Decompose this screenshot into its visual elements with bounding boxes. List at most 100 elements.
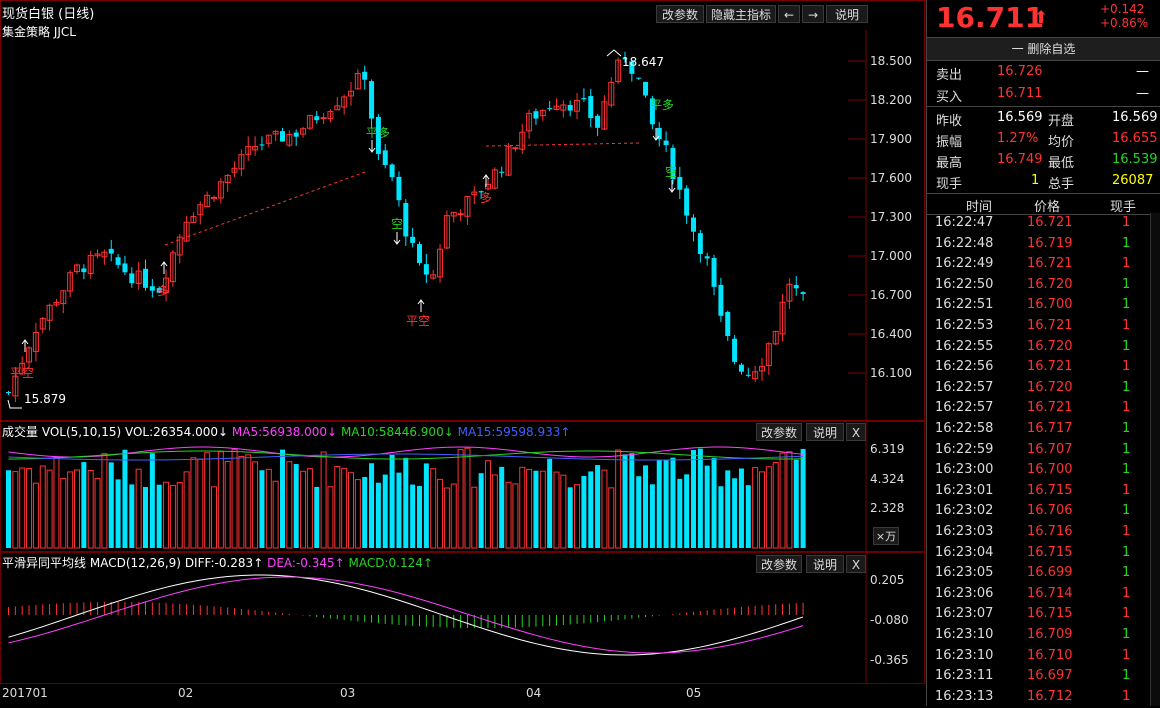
total-volume-value: 26087: [1112, 173, 1154, 188]
tick-volume: 1: [1122, 421, 1131, 436]
candle-body: [389, 164, 395, 178]
volume-bar: [499, 466, 505, 548]
volume-bar: [67, 471, 74, 549]
volume-bar: [369, 463, 375, 548]
volume-bar: [512, 483, 519, 549]
signal-arrow-down-icon: [668, 180, 676, 193]
volume-bar: [485, 460, 491, 549]
date-tick: 02: [178, 686, 194, 700]
tick-volume: 1: [1122, 338, 1131, 354]
signal-arrow-up-icon: [417, 299, 425, 312]
tick-time: 16:23:02: [935, 503, 994, 519]
volume-bar: [101, 453, 108, 549]
candle-body: [382, 150, 388, 165]
volume-bar: [26, 468, 33, 549]
high-value: 16.749: [997, 152, 1043, 167]
volume-edit-params-button[interactable]: 改参数: [756, 423, 802, 441]
prev-close-value: 16.569: [997, 110, 1043, 125]
volume-bar: [334, 466, 341, 549]
macd-edit-params-button[interactable]: 改参数: [756, 555, 802, 573]
trend-line: [164, 171, 366, 246]
candle-body: [81, 268, 87, 273]
tick-volume: 1: [1122, 606, 1131, 622]
tick-row: 16:22:56 16.721 1: [928, 357, 1160, 378]
volume-bar: [457, 449, 464, 549]
volume-params: VOL(5,10,15): [41, 425, 122, 439]
bid-price: 16.711: [997, 86, 1043, 101]
volume-bar: [759, 471, 765, 549]
tick-time: 16:23:03: [935, 524, 994, 539]
macd-help-button[interactable]: 说明: [806, 555, 844, 573]
volume-bar: [505, 481, 512, 549]
volume-bar: [608, 487, 615, 549]
tick-time: 16:22:56: [935, 359, 994, 375]
volume-header: 成交量 VOL(5,10,15) VOL:26354.000↓ MA5:5693…: [2, 423, 570, 440]
candle-body: [793, 285, 799, 289]
tick-row: 16:23:03 16.716 1: [928, 522, 1160, 543]
volume-bar: [19, 467, 26, 549]
volume-close-button[interactable]: X: [846, 423, 866, 441]
volume-help-button[interactable]: 说明: [806, 423, 844, 441]
volume-bar: [450, 483, 457, 549]
last-price: 16.711: [936, 1, 1045, 34]
volume-bar: [622, 454, 628, 548]
volume-bar: [491, 474, 498, 549]
volume-bar: [354, 479, 361, 549]
candle-body: [684, 188, 690, 216]
volume-bar: [211, 486, 217, 549]
volume-bar: [396, 472, 402, 548]
tick-time: 16:22:57: [935, 379, 994, 395]
volume-bar: [772, 462, 779, 549]
candle-body: [129, 273, 135, 284]
volume-bar: [46, 469, 53, 549]
date-tick: 201701: [2, 686, 48, 700]
volume-bar: [677, 478, 683, 548]
candle-body: [663, 140, 669, 145]
candle-body: [320, 117, 327, 120]
volume-bar: [306, 468, 313, 549]
macd-title: 平滑异同平均线: [2, 556, 87, 570]
tick-time: 16:22:58: [935, 421, 994, 436]
volume-bar: [410, 484, 416, 548]
volume-bar: [423, 463, 429, 548]
volume-ma10-line: [8, 450, 804, 460]
volume-bar: [94, 478, 101, 549]
volume-bar: [6, 470, 11, 548]
scrollbar[interactable]: [1150, 213, 1160, 706]
volume-bar: [663, 459, 669, 548]
candle-body: [595, 115, 601, 128]
volume-bar: [519, 466, 526, 549]
tick-time: 16:23:13: [935, 688, 994, 704]
tick-row: 16:22:49 16.721 1: [928, 254, 1160, 275]
remove-watchlist-button[interactable]: 一 删除自选: [927, 37, 1160, 61]
tick-price: 16.721: [1027, 215, 1073, 230]
volume-bar: [341, 467, 348, 549]
tick-row: 16:23:10 16.710 1: [928, 646, 1160, 667]
volume-bar: [224, 461, 231, 549]
candle-body: [417, 244, 422, 263]
tick-volume: 1: [1122, 297, 1131, 313]
macd-close-button[interactable]: X: [846, 555, 866, 573]
tick-volume: 1: [1122, 688, 1131, 704]
candle-body: [636, 77, 642, 79]
tick-time: 16:23:04: [935, 544, 994, 560]
volume-bar: [636, 476, 642, 548]
volume-bar: [478, 473, 484, 548]
macd-diff: DIFF:-0.283↑: [184, 556, 264, 570]
volume-bar: [293, 464, 299, 548]
date-tick: 03: [340, 686, 356, 700]
tick-price: 16.720: [1027, 379, 1073, 395]
volume-bar: [108, 462, 114, 548]
tick-row: 16:23:13 16.712 1: [928, 687, 1160, 708]
tick-volume: 1: [1122, 585, 1131, 601]
tick-time: 16:23:06: [935, 585, 994, 601]
candle-body: [143, 268, 148, 288]
volume-bar: [74, 469, 80, 549]
candle-body: [115, 257, 121, 265]
volume-bar: [526, 468, 533, 549]
tick-row: 16:22:47 16.721 1: [928, 213, 1160, 234]
candle-body: [314, 116, 320, 121]
volume-bar: [437, 478, 444, 549]
divider: [927, 106, 1160, 107]
amplitude-value: 1.27%: [997, 131, 1039, 146]
